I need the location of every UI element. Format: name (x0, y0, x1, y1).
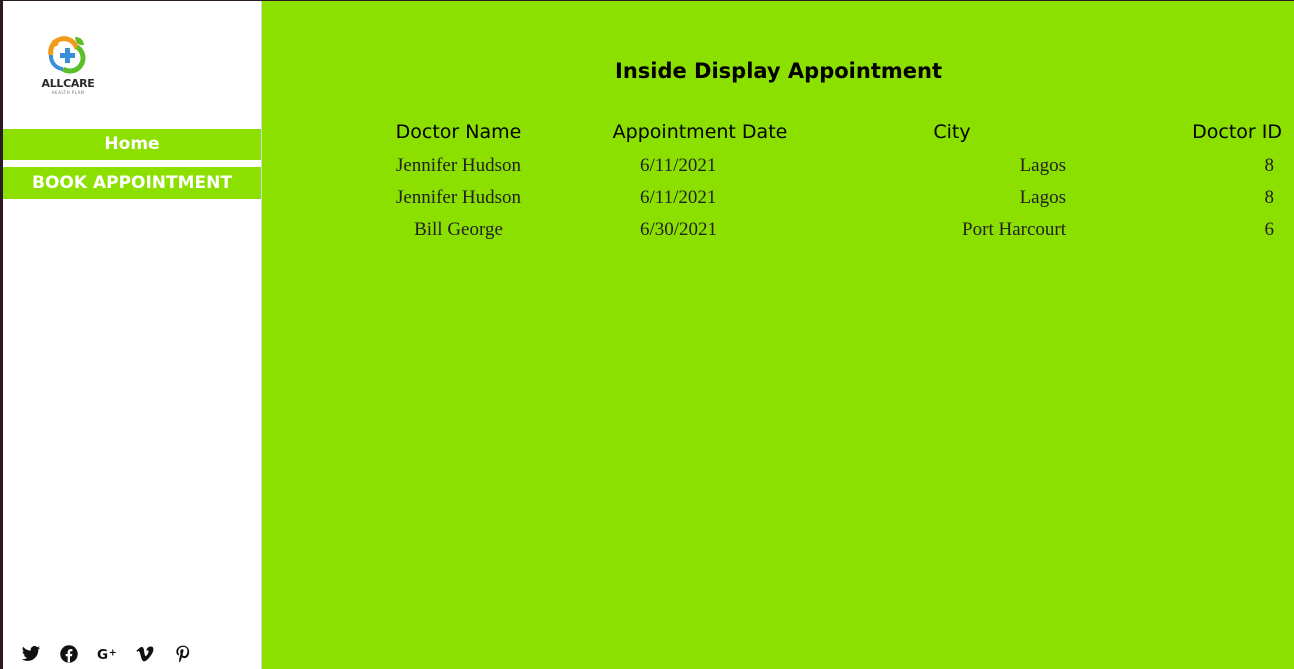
cell-doctor-id: 6 (1264, 219, 1275, 240)
cell-city: Lagos (1019, 155, 1066, 176)
vimeo-icon[interactable] (135, 643, 155, 665)
cell-appointment-date: 6/11/2021 (640, 155, 717, 176)
svg-text:G: G (97, 647, 108, 663)
cell-doctor-id: 8 (1264, 187, 1275, 208)
column-header-doctor-name: Doctor Name (395, 121, 522, 143)
allcare-logo-icon (48, 36, 86, 74)
social-links: G + (21, 643, 193, 665)
nav-home[interactable]: Home (3, 129, 261, 160)
table-header-row: Doctor Name Appointment Date City Doctor… (335, 114, 1290, 150)
cell-city: Lagos (1019, 187, 1066, 208)
svg-text:+: + (109, 648, 117, 659)
brand-tagline: HEALTH PLAN (51, 90, 85, 95)
cell-doctor-name: Jennifer Hudson (395, 155, 522, 176)
nav-book-appointment[interactable]: BOOK APPOINTMENT (3, 167, 261, 199)
pinterest-icon[interactable] (173, 643, 193, 665)
table-row: Jennifer Hudson 6/11/2021 Lagos 8 (335, 182, 1290, 214)
brand-logo[interactable]: ALLCARE HEALTH PLAN (37, 35, 99, 95)
google-plus-icon[interactable]: G + (97, 643, 117, 665)
column-header-appointment-date: Appointment Date (612, 121, 788, 143)
page-title: Inside Display Appointment (615, 59, 942, 83)
cell-appointment-date: 6/30/2021 (640, 219, 718, 240)
cell-appointment-date: 6/11/2021 (640, 187, 717, 208)
app-window: ALLCARE HEALTH PLAN Home BOOK APPOINTMEN… (3, 1, 1294, 669)
cell-doctor-id: 8 (1264, 155, 1275, 176)
appointments-table: Doctor Name Appointment Date City Doctor… (335, 114, 1290, 246)
cell-doctor-name: Bill George (414, 219, 503, 240)
cell-doctor-name: Jennifer Hudson (395, 187, 522, 208)
column-header-city: City (933, 121, 971, 143)
brand-name: ALLCARE (41, 77, 95, 90)
table-row: Jennifer Hudson 6/11/2021 Lagos 8 (335, 150, 1290, 182)
twitter-icon[interactable] (21, 643, 41, 665)
sidebar: ALLCARE HEALTH PLAN Home BOOK APPOINTMEN… (3, 1, 261, 669)
table-row: Bill George 6/30/2021 Port Harcourt 6 (335, 214, 1290, 246)
facebook-icon[interactable] (59, 643, 79, 665)
column-header-doctor-id: Doctor ID (1192, 121, 1282, 143)
main-content: Inside Display Appointment Doctor Name A… (262, 1, 1294, 669)
cell-city: Port Harcourt (962, 219, 1066, 240)
